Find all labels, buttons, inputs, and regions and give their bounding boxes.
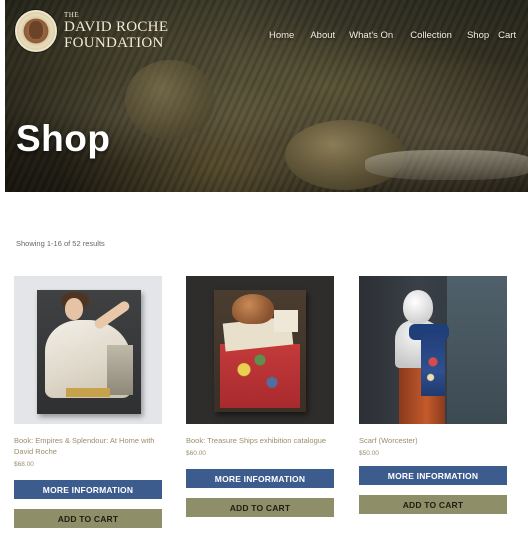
nav-whats-on[interactable]: What's On <box>349 30 393 41</box>
nav-shop[interactable]: Shop <box>467 30 489 41</box>
product-image[interactable] <box>14 276 162 424</box>
logo-line-2: FOUNDATION <box>64 34 164 51</box>
logo-the: THE <box>64 10 80 19</box>
nav-about[interactable]: About <box>310 30 335 41</box>
book-cover-image <box>37 290 141 414</box>
product-image[interactable] <box>359 276 507 424</box>
foundation-seal-icon <box>15 10 57 52</box>
main-nav: Home About What's On Collection Shop Car… <box>269 30 516 41</box>
results-count: Showing 1-16 of 52 results <box>16 239 105 248</box>
more-information-button[interactable]: MORE INFORMATION <box>14 480 162 499</box>
product-price: $50.00 <box>359 450 379 457</box>
product-price: $60.00 <box>186 450 206 457</box>
product-image[interactable] <box>186 276 334 424</box>
product-card: Scarf (Worcester) $50.00 MORE INFORMATIO… <box>359 276 507 514</box>
painting-stream <box>365 150 528 180</box>
logo-wordmark: THE DAVID ROCHE FOUNDATION <box>64 10 169 51</box>
page-title: Shop <box>16 118 111 159</box>
book-cover-image <box>214 290 306 412</box>
add-to-cart-button[interactable]: ADD TO CART <box>186 498 334 517</box>
product-name[interactable]: Book: Treasure Ships exhibition catalogu… <box>186 435 334 446</box>
add-to-cart-button[interactable]: ADD TO CART <box>359 495 507 514</box>
product-name[interactable]: Book: Empires & Splendour: At Home with … <box>14 435 162 457</box>
product-card: Book: Empires & Splendour: At Home with … <box>14 276 162 528</box>
nav-cart[interactable]: Cart <box>498 30 516 41</box>
site-logo[interactable]: THE DAVID ROCHE FOUNDATION <box>15 10 168 52</box>
logo-line-1: DAVID ROCHE <box>64 18 169 35</box>
product-name[interactable]: Scarf (Worcester) <box>359 435 507 446</box>
nav-collection[interactable]: Collection <box>410 30 452 41</box>
hero-banner: THE DAVID ROCHE FOUNDATION Home About Wh… <box>5 0 528 192</box>
more-information-button[interactable]: MORE INFORMATION <box>186 469 334 488</box>
nav-home[interactable]: Home <box>269 30 294 41</box>
painting-tree <box>125 60 215 140</box>
product-card: Book: Treasure Ships exhibition catalogu… <box>186 276 334 517</box>
product-price: $68.00 <box>14 461 34 468</box>
add-to-cart-button[interactable]: ADD TO CART <box>14 509 162 528</box>
more-information-button[interactable]: MORE INFORMATION <box>359 466 507 485</box>
